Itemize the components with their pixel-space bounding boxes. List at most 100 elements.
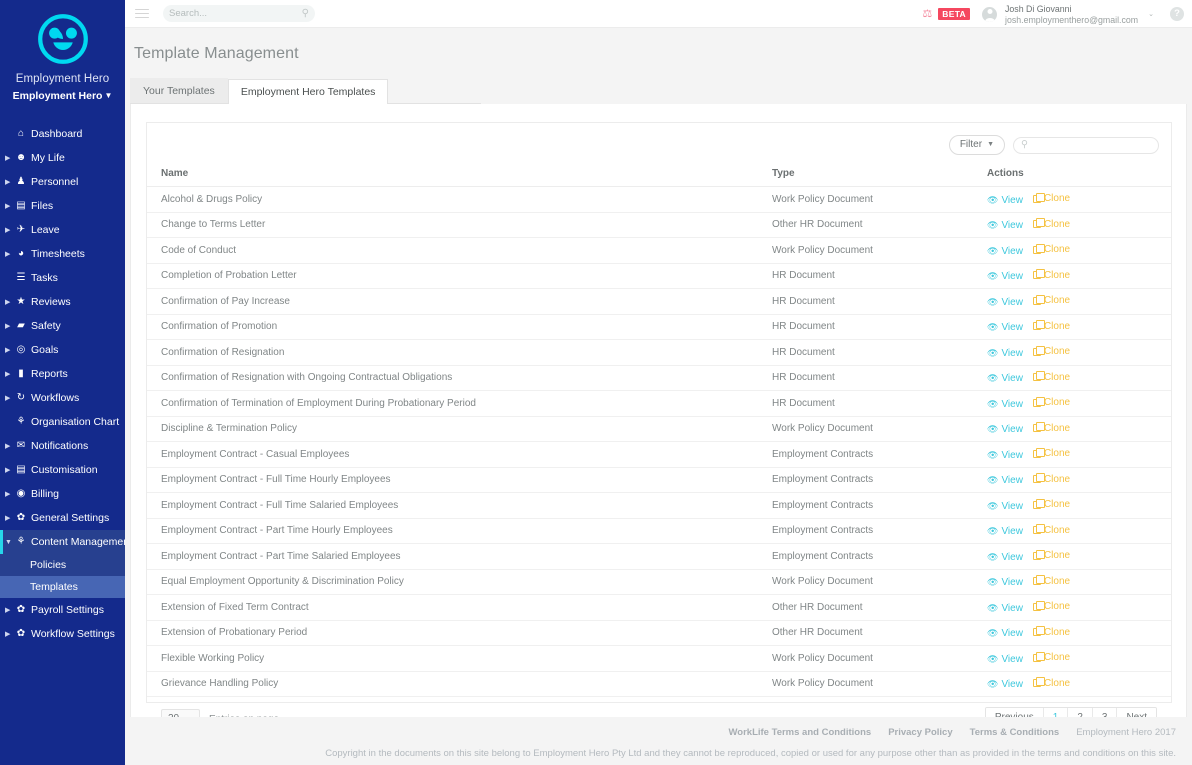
sidebar-subitem-policies[interactable]: Policies	[0, 554, 125, 576]
clone-button[interactable]: Clone	[1033, 678, 1070, 689]
sidebar-item-files[interactable]: ▶▤Files	[0, 194, 125, 218]
sidebar-item-payroll-settings[interactable]: ▶✿Payroll Settings	[0, 598, 125, 622]
filter-button[interactable]: Filter ▼	[949, 135, 1005, 155]
sidebar-item-reviews[interactable]: ▶★Reviews	[0, 290, 125, 314]
tab-your-templates[interactable]: Your Templates	[130, 78, 228, 103]
view-button[interactable]: 👁View	[987, 654, 1023, 665]
cell-template-type: Work Policy Document	[759, 569, 973, 595]
view-button[interactable]: 👁View	[987, 577, 1023, 588]
sidebar-item-leave[interactable]: ▶✈Leave	[0, 218, 125, 242]
clone-button[interactable]: Clone	[1033, 321, 1070, 332]
cell-actions: 👁View Clone	[973, 340, 1171, 366]
sidebar-item-safety[interactable]: ▶▰Safety	[0, 314, 125, 338]
cell-actions: 👁View Clone	[973, 442, 1171, 468]
sidebar-item-workflows[interactable]: ▶↻Workflows	[0, 386, 125, 410]
footer-link-privacy-policy[interactable]: Privacy Policy	[888, 727, 952, 738]
chevron-down-icon[interactable]: ⌄	[1148, 10, 1154, 18]
sidebar-item-billing[interactable]: ▶◉Billing	[0, 482, 125, 506]
avatar[interactable]	[982, 7, 997, 22]
view-button[interactable]: 👁View	[987, 526, 1023, 537]
view-button[interactable]: 👁View	[987, 424, 1023, 435]
table-search-input[interactable]	[1032, 140, 1142, 151]
view-button[interactable]: 👁View	[987, 271, 1023, 282]
search-input[interactable]	[169, 8, 289, 19]
clone-button[interactable]: Clone	[1033, 397, 1070, 408]
page-footer: WorkLife Terms and Conditions Privacy Pol…	[125, 717, 1192, 765]
footer-link-terms-conditions[interactable]: Terms & Conditions	[970, 727, 1060, 738]
clone-button[interactable]: Clone	[1033, 270, 1070, 281]
sidebar-item-timesheets[interactable]: ▶◕Timesheets	[0, 242, 125, 266]
clone-button[interactable]: Clone	[1033, 627, 1070, 638]
sidebar-item-notifications[interactable]: ▶✉Notifications	[0, 434, 125, 458]
clone-button[interactable]: Clone	[1033, 448, 1070, 459]
flask-icon[interactable]: ⚖	[922, 9, 932, 20]
cell-template-type: HR Document	[759, 263, 973, 289]
view-button[interactable]: 👁View	[987, 679, 1023, 690]
clone-button[interactable]: Clone	[1033, 652, 1070, 663]
eye-icon: 👁	[987, 247, 998, 256]
table-search[interactable]: ⚲	[1013, 137, 1159, 154]
sidebar-item-label: Safety	[31, 320, 61, 332]
sidebar-item-general-settings[interactable]: ▶✿General Settings	[0, 506, 125, 530]
beta-badge: BETA	[938, 8, 970, 21]
clone-button[interactable]: Clone	[1033, 193, 1070, 204]
view-button[interactable]: 👁View	[987, 603, 1023, 614]
view-button[interactable]: 👁View	[987, 322, 1023, 333]
sidebar-item-workflow-settings[interactable]: ▶✿Workflow Settings	[0, 622, 125, 646]
view-button[interactable]: 👁View	[987, 195, 1023, 206]
view-button[interactable]: 👁View	[987, 399, 1023, 410]
view-button[interactable]: 👁View	[987, 501, 1023, 512]
clone-button[interactable]: Clone	[1033, 576, 1070, 587]
people-icon: ♟	[14, 177, 28, 187]
tab-employment-hero-templates[interactable]: Employment Hero Templates	[228, 79, 389, 104]
view-button[interactable]: 👁View	[987, 450, 1023, 461]
sidebar-subitem-templates[interactable]: Templates	[0, 576, 125, 598]
sidebar-item-tasks[interactable]: ▶☰Tasks	[0, 266, 125, 290]
eye-icon: 👁	[987, 502, 998, 511]
clone-button[interactable]: Clone	[1033, 474, 1070, 485]
cell-template-name: Grievance Handling Policy	[147, 671, 759, 697]
table-body: Alcohol & Drugs PolicyWork Policy Docume…	[147, 187, 1171, 697]
clone-button[interactable]: Clone	[1033, 601, 1070, 612]
global-search[interactable]: ⚲	[163, 5, 315, 22]
column-header-type[interactable]: Type	[759, 163, 973, 187]
view-button[interactable]: 👁View	[987, 475, 1023, 486]
view-button[interactable]: 👁View	[987, 628, 1023, 639]
clone-button[interactable]: Clone	[1033, 219, 1070, 230]
clone-button-label: Clone	[1044, 499, 1070, 510]
user-menu[interactable]: Josh Di Giovanni josh.employmenthero@gma…	[1003, 3, 1140, 25]
sidebar-item-dashboard[interactable]: ▶⌂Dashboard	[0, 122, 125, 146]
sidebar-item-organisation-chart[interactable]: ▶⚘Organisation Chart	[0, 410, 125, 434]
sidebar-item-content-management[interactable]: ▼⚘Content Management	[0, 530, 125, 554]
view-button[interactable]: 👁View	[987, 246, 1023, 257]
org-switcher[interactable]: Employment Hero▼	[0, 89, 125, 104]
sidebar-item-customisation[interactable]: ▶▤Customisation	[0, 458, 125, 482]
view-button[interactable]: 👁View	[987, 348, 1023, 359]
clone-button[interactable]: Clone	[1033, 423, 1070, 434]
clone-button[interactable]: Clone	[1033, 346, 1070, 357]
cell-template-type: HR Document	[759, 365, 973, 391]
view-button[interactable]: 👁View	[987, 552, 1023, 563]
view-button[interactable]: 👁View	[987, 297, 1023, 308]
help-icon[interactable]: ?	[1170, 7, 1184, 21]
clone-button[interactable]: Clone	[1033, 550, 1070, 561]
cell-actions: 👁View Clone	[973, 314, 1171, 340]
view-button[interactable]: 👁View	[987, 220, 1023, 231]
hamburger-menu-icon[interactable]	[135, 6, 149, 21]
footer-link-worklife-terms-and-conditions[interactable]: WorkLife Terms and Conditions	[729, 727, 872, 738]
sidebar-item-goals[interactable]: ▶◎Goals	[0, 338, 125, 362]
clone-button-label: Clone	[1044, 397, 1070, 408]
clone-button[interactable]: Clone	[1033, 244, 1070, 255]
sidebar-item-my-life[interactable]: ▶☻My Life	[0, 146, 125, 170]
column-header-name[interactable]: Name	[147, 163, 759, 187]
view-button[interactable]: 👁View	[987, 373, 1023, 384]
clone-button[interactable]: Clone	[1033, 499, 1070, 510]
sidebar-item-label: My Life	[31, 152, 65, 164]
table-row: Extension of Probationary PeriodOther HR…	[147, 620, 1171, 646]
sidebar-item-label: Reviews	[31, 296, 71, 308]
sidebar-item-reports[interactable]: ▶▮Reports	[0, 362, 125, 386]
clone-button[interactable]: Clone	[1033, 372, 1070, 383]
clone-button[interactable]: Clone	[1033, 525, 1070, 536]
clone-button[interactable]: Clone	[1033, 295, 1070, 306]
sidebar-item-personnel[interactable]: ▶♟Personnel	[0, 170, 125, 194]
